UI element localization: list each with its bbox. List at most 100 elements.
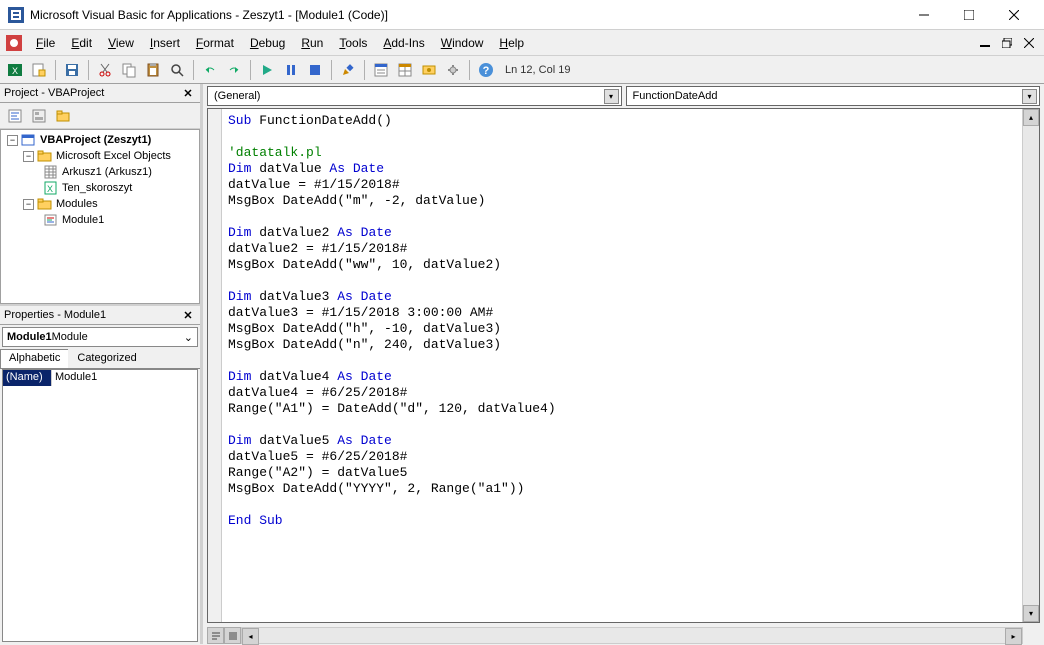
folder-icon	[37, 197, 53, 211]
tree-project-root[interactable]: − VBAProject (Zeszyt1)	[3, 132, 197, 148]
svg-text:?: ?	[483, 65, 490, 77]
properties-tab-categorized[interactable]: Categorized	[68, 349, 145, 368]
project-explorer-button[interactable]	[370, 59, 392, 81]
code-editor[interactable]: Sub FunctionDateAdd() 'datatalk.pl Dim d…	[222, 109, 1022, 622]
properties-object-type: Module	[52, 331, 88, 343]
object-dropdown[interactable]: (General) ▾	[207, 86, 622, 106]
procedure-view-button[interactable]	[207, 627, 224, 644]
folder-icon	[37, 149, 53, 163]
project-panel-header: Project - VBAProject ✕	[0, 84, 200, 103]
project-panel-toolbar	[0, 103, 200, 129]
tree-expander[interactable]: −	[7, 135, 18, 146]
properties-window-button[interactable]	[394, 59, 416, 81]
scroll-left-button[interactable]: ◂	[242, 628, 259, 645]
project-panel-close-button[interactable]: ✕	[180, 85, 196, 101]
chevron-down-icon: ▾	[1022, 89, 1037, 104]
insert-button[interactable]	[28, 59, 50, 81]
scroll-down-button[interactable]: ▾	[1023, 605, 1039, 622]
scroll-up-button[interactable]: ▴	[1023, 109, 1039, 126]
scroll-right-button[interactable]: ▸	[1005, 628, 1022, 645]
redo-button[interactable]	[223, 59, 245, 81]
svg-text:X: X	[47, 184, 53, 194]
menu-view[interactable]: View	[100, 32, 142, 54]
menu-addins[interactable]: Add-Ins	[375, 32, 432, 54]
view-object-button[interactable]	[28, 105, 50, 127]
project-panel-title: Project - VBAProject	[4, 87, 104, 99]
property-value[interactable]: Module1	[51, 370, 197, 386]
menu-format[interactable]: Format	[188, 32, 242, 54]
mdi-minimize-button[interactable]	[976, 35, 994, 51]
tree-module-item[interactable]: Module1	[3, 212, 197, 228]
tree-label: Module1	[62, 214, 104, 226]
toggle-folders-button[interactable]	[52, 105, 74, 127]
vertical-scrollbar[interactable]: ▴ ▾	[1022, 109, 1039, 622]
toolbox-button[interactable]	[442, 59, 464, 81]
help-button[interactable]: ?	[475, 59, 497, 81]
project-icon	[21, 133, 37, 147]
break-button[interactable]	[280, 59, 302, 81]
find-button[interactable]	[166, 59, 188, 81]
property-row[interactable]: (Name) Module1	[3, 370, 197, 386]
properties-object-dropdown[interactable]: Module1 Module ⌄	[2, 327, 198, 347]
menu-window[interactable]: Window	[433, 32, 492, 54]
sheet-icon	[43, 165, 59, 179]
properties-grid[interactable]: (Name) Module1	[2, 369, 198, 642]
object-dropdown-value: (General)	[214, 90, 260, 102]
cut-button[interactable]	[94, 59, 116, 81]
tree-expander[interactable]: −	[23, 151, 34, 162]
reset-button[interactable]	[304, 59, 326, 81]
properties-object-name: Module1	[7, 331, 52, 343]
scroll-track[interactable]	[1023, 126, 1039, 605]
tree-sheet-item[interactable]: Arkusz1 (Arkusz1)	[3, 164, 197, 180]
svg-text:X: X	[12, 66, 18, 76]
properties-tab-alphabetic[interactable]: Alphabetic	[0, 349, 69, 368]
tree-modules-group[interactable]: − Modules	[3, 196, 197, 212]
tree-workbook-item[interactable]: X Ten_skoroszyt	[3, 180, 197, 196]
horizontal-scrollbar[interactable]: ◂ ▸	[241, 627, 1023, 644]
design-mode-button[interactable]	[337, 59, 359, 81]
tree-label: Modules	[56, 198, 98, 210]
copy-button[interactable]	[118, 59, 140, 81]
maximize-button[interactable]	[946, 1, 991, 29]
workbook-icon: X	[43, 181, 59, 195]
menu-debug[interactable]: Debug	[242, 32, 293, 54]
menu-run[interactable]: Run	[293, 32, 331, 54]
undo-button[interactable]	[199, 59, 221, 81]
mdi-icon	[6, 35, 22, 51]
menu-edit[interactable]: Edit	[63, 32, 100, 54]
project-tree[interactable]: − VBAProject (Zeszyt1) − Microsoft Excel…	[0, 129, 200, 304]
code-margin	[208, 109, 222, 622]
mdi-restore-button[interactable]	[998, 35, 1016, 51]
properties-panel-close-button[interactable]: ✕	[180, 307, 196, 323]
procedure-dropdown[interactable]: FunctionDateAdd ▾	[626, 86, 1041, 106]
menu-help[interactable]: Help	[491, 32, 532, 54]
tree-label: VBAProject (Zeszyt1)	[40, 134, 151, 146]
menu-tools[interactable]: Tools	[331, 32, 375, 54]
full-module-view-button[interactable]	[224, 627, 241, 644]
tree-excel-objects-group[interactable]: − Microsoft Excel Objects	[3, 148, 197, 164]
standard-toolbar: X ? Ln 12, Col 19	[0, 56, 1044, 84]
tree-label: Ten_skoroszyt	[62, 182, 132, 194]
menu-insert[interactable]: Insert	[142, 32, 188, 54]
chevron-down-icon: ▾	[604, 89, 619, 104]
module-icon	[43, 213, 59, 227]
paste-button[interactable]	[142, 59, 164, 81]
mdi-close-button[interactable]	[1020, 35, 1038, 51]
view-code-button[interactable]	[4, 105, 26, 127]
procedure-dropdown-value: FunctionDateAdd	[633, 90, 718, 102]
tree-label: Microsoft Excel Objects	[56, 150, 171, 162]
minimize-button[interactable]	[901, 1, 946, 29]
close-button[interactable]	[991, 1, 1036, 29]
object-browser-button[interactable]	[418, 59, 440, 81]
menu-file[interactable]: File	[28, 32, 63, 54]
properties-panel-header: Properties - Module1 ✕	[0, 306, 200, 325]
chevron-down-icon: ⌄	[184, 331, 193, 344]
tree-expander[interactable]: −	[23, 199, 34, 210]
view-excel-button[interactable]: X	[4, 59, 26, 81]
scroll-track[interactable]	[259, 628, 1005, 643]
cursor-position-label: Ln 12, Col 19	[505, 64, 570, 76]
titlebar: Microsoft Visual Basic for Applications …	[0, 0, 1044, 30]
property-name-label: (Name)	[3, 370, 51, 386]
save-button[interactable]	[61, 59, 83, 81]
run-button[interactable]	[256, 59, 278, 81]
